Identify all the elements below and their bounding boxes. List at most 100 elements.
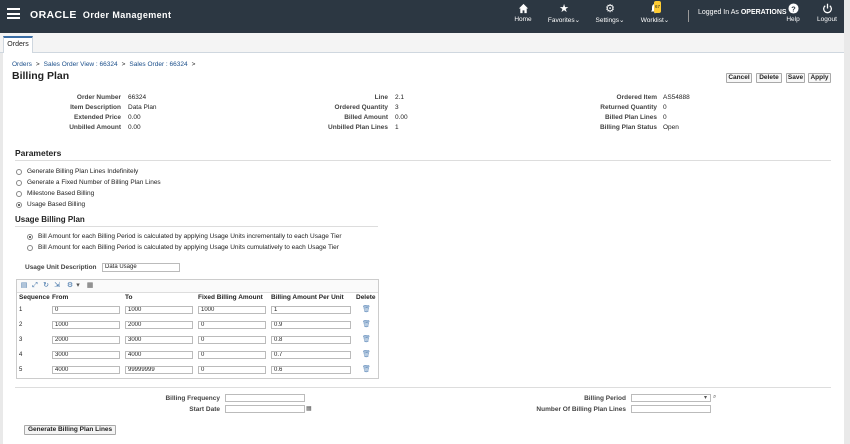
col-delete: Delete <box>356 294 376 301</box>
per-unit-input[interactable]: 0.6 <box>271 366 351 374</box>
svg-text:?: ? <box>791 4 796 13</box>
billing-period-input[interactable] <box>631 394 711 402</box>
returned-quantity-label: Returned Quantity <box>600 104 657 111</box>
usage-unit-description-label: Usage Unit Description <box>25 264 97 271</box>
to-input[interactable]: 3000 <box>125 336 193 344</box>
breadcrumb-sales-order-view[interactable]: Sales Order View : 66324 <box>44 61 118 68</box>
menu-icon[interactable] <box>7 8 20 19</box>
chevron-down-icon[interactable]: ▾ <box>74 282 82 290</box>
cancel-button[interactable]: Cancel <box>726 73 752 83</box>
fixed-amount-input[interactable]: 0 <box>198 351 266 359</box>
settings-label: Settings <box>595 17 620 24</box>
billing-plan-status-label: Billing Plan Status <box>599 124 657 131</box>
tab-orders[interactable]: Orders <box>3 36 33 53</box>
row-sequence: 1 <box>19 307 23 313</box>
power-icon <box>815 3 839 15</box>
to-input[interactable]: 4000 <box>125 351 193 359</box>
trash-icon[interactable]: 🗑 <box>362 321 371 329</box>
from-input[interactable]: 4000 <box>52 366 120 374</box>
refresh-icon[interactable]: ↻ <box>42 282 50 290</box>
radio-usage-based[interactable] <box>16 202 22 208</box>
to-input[interactable]: 99999999 <box>125 366 193 374</box>
to-input[interactable]: 2000 <box>125 321 193 329</box>
app-brand: ORACLE Order Management <box>30 9 171 21</box>
radio-indefinitely[interactable] <box>16 169 22 175</box>
per-unit-input[interactable]: 0.7 <box>271 351 351 359</box>
favorites-button[interactable]: ★ Favorites⌄ <box>546 3 582 24</box>
worklist-button[interactable]: 67 Worklist⌄ <box>640 1 670 24</box>
home-icon <box>512 3 534 15</box>
trash-icon[interactable]: 🗑 <box>362 351 371 359</box>
trash-icon[interactable]: 🗑 <box>362 306 371 314</box>
help-icon: ? <box>784 3 802 15</box>
per-unit-input[interactable]: 1 <box>271 306 351 314</box>
star-icon: ★ <box>559 3 569 15</box>
breadcrumb-separator: > <box>35 61 40 68</box>
detach-icon[interactable]: ⤢ <box>31 282 39 290</box>
usage-unit-description-input[interactable]: Data Usage <box>102 263 180 272</box>
from-input[interactable]: 3000 <box>52 351 120 359</box>
settings-icon[interactable]: ⚙ <box>66 282 74 290</box>
trash-icon[interactable]: 🗑 <box>362 336 371 344</box>
usage-billing-plan-heading: Usage Billing Plan <box>15 215 85 224</box>
start-date-input[interactable] <box>225 405 305 413</box>
ordered-quantity-label: Ordered Quantity <box>334 104 388 111</box>
settings-button[interactable]: ⚙ Settings⌄ <box>595 3 625 24</box>
to-input[interactable]: 1000 <box>125 306 193 314</box>
number-of-billing-plan-lines-input[interactable] <box>631 405 711 413</box>
row-sequence: 4 <box>19 352 23 358</box>
radio-milestone-label: Milestone Based Billing <box>27 190 95 197</box>
table-view-icon[interactable]: ▦ <box>86 282 94 290</box>
billed-plan-lines-value: 0 <box>663 114 667 121</box>
radio-incremental[interactable] <box>27 234 33 240</box>
chevron-down-icon[interactable]: ▾ <box>704 394 707 401</box>
item-description-value: Data Plan <box>128 104 157 111</box>
extended-price-value: 0.00 <box>128 114 141 121</box>
radio-milestone[interactable] <box>16 191 22 197</box>
breadcrumb-sales-order[interactable]: Sales Order : 66324 <box>129 61 187 68</box>
export-icon[interactable]: ⇲ <box>53 282 61 290</box>
fixed-amount-input[interactable]: 0 <box>198 336 266 344</box>
radio-fixed-number[interactable] <box>16 180 22 186</box>
page-title: Billing Plan <box>12 70 70 82</box>
per-unit-input[interactable]: 0.9 <box>271 321 351 329</box>
worklist-badge: 67 <box>654 1 662 13</box>
header-divider <box>688 10 689 22</box>
search-icon[interactable]: ⌕ <box>713 394 716 401</box>
billing-frequency-label: Billing Frequency <box>165 395 220 402</box>
order-number-value: 66324 <box>128 94 147 101</box>
favorites-label: Favorites <box>547 17 575 24</box>
number-of-billing-plan-lines-label: Number Of Billing Plan Lines <box>536 406 626 413</box>
home-button[interactable]: Home <box>512 3 534 23</box>
fixed-amount-input[interactable]: 1000 <box>198 306 266 314</box>
breadcrumb: Orders > Sales Order View : 66324 > Sales Or… <box>12 61 199 68</box>
logout-button[interactable]: Logout <box>815 3 839 23</box>
generate-billing-plan-lines-button[interactable]: Generate Billing Plan Lines <box>24 425 117 435</box>
col-sequence: Sequence <box>19 294 50 301</box>
per-unit-input[interactable]: 0.8 <box>271 336 351 344</box>
from-input[interactable]: 2000 <box>52 336 120 344</box>
billed-amount-label: Billed Amount <box>344 114 388 121</box>
delete-button[interactable]: Delete <box>756 73 782 83</box>
unbilled-plan-lines-value: 1 <box>395 124 399 131</box>
billing-frequency-input[interactable] <box>225 394 305 402</box>
breadcrumb-orders[interactable]: Orders <box>12 61 32 68</box>
trash-icon[interactable]: 🗑 <box>362 366 371 374</box>
from-input[interactable]: 1000 <box>52 321 120 329</box>
add-row-icon[interactable]: ▤ <box>20 282 28 290</box>
global-header: ORACLE Order Management Home ★ Favorites… <box>0 0 844 33</box>
save-button[interactable]: Save <box>786 73 805 83</box>
radio-indefinitely-label: Generate Billing Plan Lines Indefinitely <box>27 168 139 175</box>
row-sequence: 5 <box>19 367 23 373</box>
fixed-amount-input[interactable]: 0 <box>198 321 266 329</box>
from-input[interactable]: 0 <box>52 306 120 314</box>
radio-cumulative[interactable] <box>27 245 33 251</box>
help-button[interactable]: ? Help <box>784 3 802 23</box>
fixed-amount-input[interactable]: 0 <box>198 366 266 374</box>
calendar-icon[interactable]: ▦ <box>306 405 312 412</box>
line-value: 2.1 <box>395 94 405 101</box>
app-name: Order Management <box>82 10 172 20</box>
apply-button[interactable]: Apply <box>808 73 831 83</box>
billing-period-label: Billing Period <box>584 395 626 402</box>
bell-icon: 67 <box>640 1 670 15</box>
